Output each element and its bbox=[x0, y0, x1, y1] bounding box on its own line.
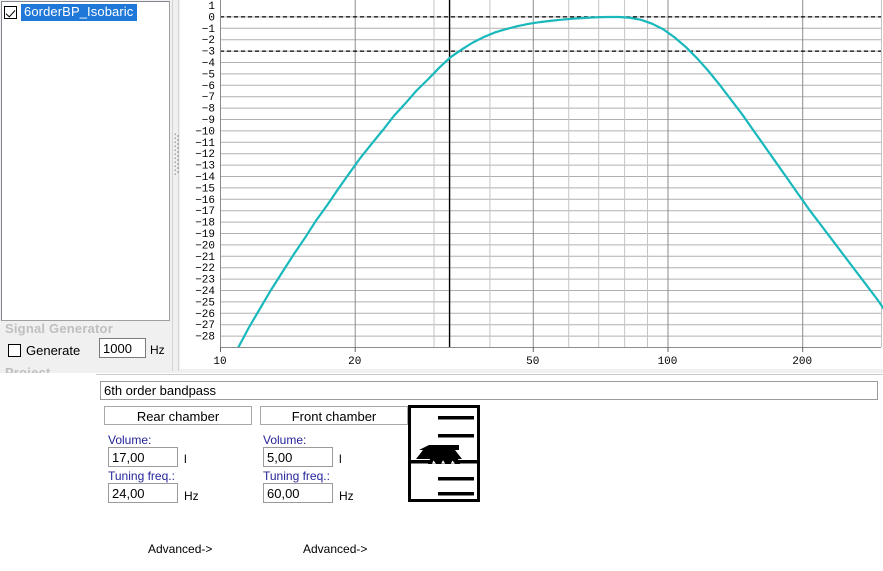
svg-text:−6: −6 bbox=[202, 81, 215, 93]
generate-toggle-row[interactable]: Generate bbox=[8, 343, 80, 358]
app-window: 6orderBP_Isobaric Signal Generator Gener… bbox=[0, 0, 883, 571]
svg-text:−4: −4 bbox=[202, 58, 216, 70]
svg-text:20: 20 bbox=[348, 356, 361, 368]
rear-tuning-input[interactable] bbox=[108, 483, 178, 503]
generator-frequency-input[interactable] bbox=[99, 338, 146, 358]
svg-text:−20: −20 bbox=[195, 240, 215, 252]
svg-text:−16: −16 bbox=[195, 195, 215, 207]
svg-text:−13: −13 bbox=[195, 161, 215, 173]
svg-text:−18: −18 bbox=[195, 218, 215, 230]
front-tuning-label: Tuning freq.: bbox=[263, 469, 330, 483]
svg-text:−11: −11 bbox=[195, 138, 215, 150]
front-volume-input[interactable] bbox=[263, 447, 333, 467]
svg-text:−25: −25 bbox=[195, 297, 215, 309]
svg-text:−9: −9 bbox=[202, 115, 215, 127]
front-volume-unit: l bbox=[339, 452, 342, 466]
svg-text:−19: −19 bbox=[195, 229, 215, 241]
rear-volume-label: Volume: bbox=[108, 433, 151, 447]
rear-volume-input[interactable] bbox=[108, 447, 178, 467]
front-chamber-tab[interactable]: Front chamber bbox=[260, 406, 408, 425]
generator-frequency-unit: Hz bbox=[150, 343, 165, 357]
svg-text:−28: −28 bbox=[195, 332, 215, 344]
svg-text:−24: −24 bbox=[195, 286, 215, 298]
svg-text:10: 10 bbox=[213, 356, 226, 368]
frequency-response-chart[interactable]: 10−1−2−3−4−5−6−7−8−9−10−11−12−13−14−15−1… bbox=[180, 0, 883, 373]
project-name-label[interactable]: 6orderBP_Isobaric bbox=[21, 4, 137, 21]
svg-text:−27: −27 bbox=[195, 320, 215, 332]
front-advanced-link[interactable]: Advanced-> bbox=[303, 542, 367, 556]
rear-tuning-unit: Hz bbox=[184, 489, 199, 503]
svg-text:−10: −10 bbox=[195, 126, 215, 138]
enclosure-type-field[interactable] bbox=[100, 381, 878, 400]
svg-text:−14: −14 bbox=[195, 172, 215, 184]
chart-canvas: 10−1−2−3−4−5−6−7−8−9−10−11−12−13−14−15−1… bbox=[180, 0, 883, 373]
svg-text:0: 0 bbox=[208, 12, 215, 24]
svg-text:−7: −7 bbox=[202, 92, 215, 104]
front-volume-label: Volume: bbox=[263, 433, 306, 447]
svg-text:−22: −22 bbox=[195, 263, 215, 275]
project-enabled-checkbox[interactable] bbox=[4, 6, 17, 19]
svg-text:−17: −17 bbox=[195, 206, 215, 218]
svg-text:−15: −15 bbox=[195, 183, 215, 195]
sidebar-splitter[interactable] bbox=[172, 0, 179, 371]
svg-text:1: 1 bbox=[208, 1, 215, 13]
svg-text:−21: −21 bbox=[195, 252, 215, 264]
front-tuning-unit: Hz bbox=[339, 489, 354, 503]
enclosure-diagram-icon bbox=[408, 405, 480, 502]
box-settings-panel: Rear chamber Front chamber Volume: l Tun… bbox=[96, 375, 883, 571]
svg-text:200: 200 bbox=[792, 356, 812, 368]
splitter-grip-icon bbox=[174, 133, 179, 175]
svg-text:−12: −12 bbox=[195, 149, 215, 161]
svg-text:−23: −23 bbox=[195, 275, 215, 287]
svg-text:100: 100 bbox=[658, 356, 678, 368]
signal-generator-section-header: Signal Generator bbox=[5, 321, 113, 336]
svg-text:−2: −2 bbox=[202, 35, 215, 47]
project-list[interactable]: 6orderBP_Isobaric bbox=[1, 1, 170, 321]
svg-text:−1: −1 bbox=[202, 24, 216, 36]
svg-text:−5: −5 bbox=[202, 69, 215, 81]
list-item[interactable]: 6orderBP_Isobaric bbox=[2, 3, 169, 21]
rear-tuning-label: Tuning freq.: bbox=[108, 469, 175, 483]
rear-volume-unit: l bbox=[184, 452, 187, 466]
generate-checkbox[interactable] bbox=[8, 344, 21, 357]
front-tuning-input[interactable] bbox=[263, 483, 333, 503]
svg-text:−26: −26 bbox=[195, 309, 215, 321]
svg-text:50: 50 bbox=[526, 356, 539, 368]
generate-label: Generate bbox=[26, 343, 80, 358]
rear-chamber-tab[interactable]: Rear chamber bbox=[104, 406, 252, 425]
svg-text:−3: −3 bbox=[202, 47, 215, 59]
rear-advanced-link[interactable]: Advanced-> bbox=[148, 542, 212, 556]
svg-text:−8: −8 bbox=[202, 104, 215, 116]
